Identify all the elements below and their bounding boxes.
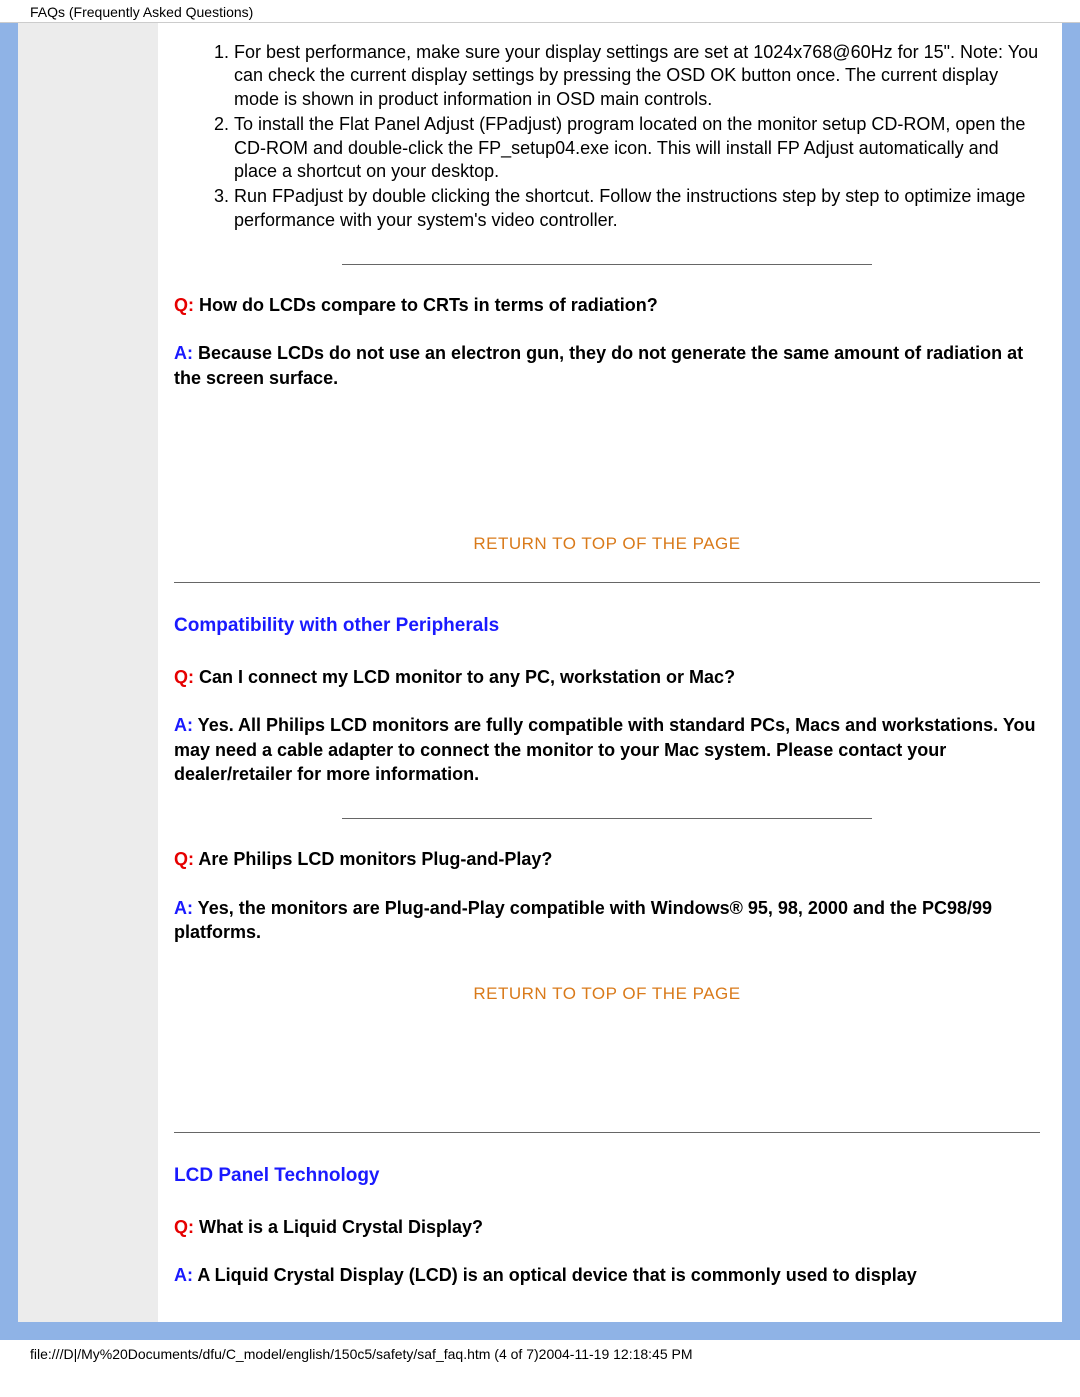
q-label: Q: [174,1217,194,1237]
faq-question: Q: Can I connect my LCD monitor to any P… [174,665,1040,689]
instruction-list: For best performance, make sure your dis… [174,41,1040,232]
faq-question: Q: What is a Liquid Crystal Display? [174,1215,1040,1239]
faq-answer: A: Yes, the monitors are Plug-and-Play c… [174,896,1040,945]
faq-question-text: How do LCDs compare to CRTs in terms of … [194,295,658,315]
q-label: Q: [174,849,194,869]
divider [174,1132,1040,1133]
q-label: Q: [174,667,194,687]
return-to-top-link[interactable]: RETURN TO TOP OF THE PAGE [174,534,1040,554]
main-content: For best performance, make sure your dis… [158,23,1062,1322]
faq-item: Q: What is a Liquid Crystal Display? A: … [174,1215,1040,1288]
divider [342,264,872,265]
a-label: A: [174,343,193,363]
list-item: To install the Flat Panel Adjust (FPadju… [234,113,1040,183]
faq-item: Q: Are Philips LCD monitors Plug-and-Pla… [174,847,1040,944]
outer-frame: For best performance, make sure your dis… [0,23,1080,1340]
faq-item: Q: How do LCDs compare to CRTs in terms … [174,293,1040,390]
faq-answer-text: Because LCDs do not use an electron gun,… [174,343,1023,387]
faq-question: Q: Are Philips LCD monitors Plug-and-Pla… [174,847,1040,871]
page-header: FAQs (Frequently Asked Questions) [0,0,1080,23]
a-label: A: [174,715,193,735]
faq-answer: A: Yes. All Philips LCD monitors are ful… [174,713,1040,786]
section-heading-lcd-tech: LCD Panel Technology [174,1165,1040,1187]
list-item: For best performance, make sure your dis… [234,41,1040,111]
q-label: Q: [174,295,194,315]
list-item: Run FPadjust by double clicking the shor… [234,185,1040,232]
faq-answer: A: A Liquid Crystal Display (LCD) is an … [174,1263,1040,1287]
sidebar [18,23,158,1322]
return-to-top-link[interactable]: RETURN TO TOP OF THE PAGE [174,984,1040,1004]
faq-question-text: What is a Liquid Crystal Display? [194,1217,483,1237]
faq-question-text: Are Philips LCD monitors Plug-and-Play? [194,849,552,869]
faq-answer: A: Because LCDs do not use an electron g… [174,341,1040,390]
faq-question-text: Can I connect my LCD monitor to any PC, … [194,667,735,687]
a-label: A: [174,1265,193,1285]
faq-answer-text: A Liquid Crystal Display (LCD) is an opt… [193,1265,917,1285]
faq-item: Q: Can I connect my LCD monitor to any P… [174,665,1040,786]
divider [174,582,1040,583]
faq-answer-text: Yes. All Philips LCD monitors are fully … [174,715,1036,784]
a-label: A: [174,898,193,918]
faq-answer-text: Yes, the monitors are Plug-and-Play comp… [174,898,992,942]
divider [342,818,872,819]
page-body: For best performance, make sure your dis… [18,23,1062,1322]
footer-path: file:///D|/My%20Documents/dfu/C_model/en… [0,1340,1080,1370]
section-heading-compatibility: Compatibility with other Peripherals [174,615,1040,637]
faq-question: Q: How do LCDs compare to CRTs in terms … [174,293,1040,317]
